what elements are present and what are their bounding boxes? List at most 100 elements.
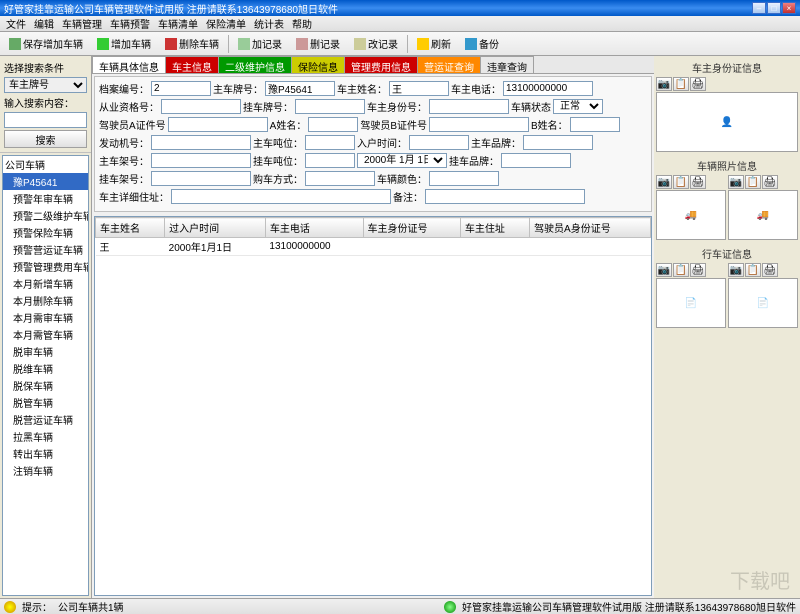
remark-field[interactable]	[425, 189, 585, 204]
col-id[interactable]: 车主身份证号	[363, 218, 460, 238]
tab-fees[interactable]: 管理费用信息	[344, 56, 418, 73]
driverB-field[interactable]	[429, 117, 529, 132]
engine-field[interactable]	[151, 135, 251, 150]
search-input[interactable]	[4, 112, 87, 128]
menu-edit[interactable]: 编辑	[34, 16, 54, 31]
owner-field[interactable]	[389, 81, 449, 96]
camera-icon[interactable]: 📷	[656, 77, 672, 91]
qual-field[interactable]	[161, 99, 241, 114]
minimize-button[interactable]: –	[752, 2, 766, 14]
tree-item[interactable]: 预警二级维护车辆	[3, 207, 88, 224]
tree-item[interactable]: 本月需管车辆	[3, 326, 88, 343]
tab-maintenance[interactable]: 二级维护信息	[218, 56, 292, 73]
vehicle-photo-2[interactable]: 🚚	[728, 190, 798, 240]
main-brand-field[interactable]	[523, 135, 593, 150]
tree-item[interactable]: 预警管理费用车辆	[3, 258, 88, 275]
tree-item[interactable]: 转出车辆	[3, 445, 88, 462]
maximize-button[interactable]: □	[767, 2, 781, 14]
license-image-1[interactable]: 📄	[656, 278, 726, 328]
trailer-frame-field[interactable]	[151, 171, 251, 186]
menu-file[interactable]: 文件	[6, 16, 26, 31]
search-field-select[interactable]: 车主牌号	[4, 77, 87, 93]
print-icon[interactable]: 🖨	[762, 263, 778, 277]
buy-field[interactable]	[305, 171, 375, 186]
print-icon[interactable]: 🖨	[690, 175, 706, 189]
tab-violation[interactable]: 违章查询	[480, 56, 534, 73]
camera-icon[interactable]: 📷	[728, 263, 744, 277]
tree-item[interactable]: 预警年审车辆	[3, 190, 88, 207]
menu-vehicle-alert[interactable]: 车辆预警	[110, 16, 150, 31]
search-button[interactable]: 搜索	[4, 130, 87, 148]
tree-item[interactable]: 豫P45641	[3, 173, 88, 190]
tree-item[interactable]: 脱维车辆	[3, 360, 88, 377]
col-owner[interactable]: 车主姓名	[96, 218, 165, 238]
tree-item[interactable]: 注销车辆	[3, 462, 88, 479]
delete-record-button[interactable]: 删记录	[291, 34, 345, 53]
add-vehicle-button[interactable]: 增加车辆	[92, 34, 156, 53]
delete-vehicle-button[interactable]: 删除车辆	[160, 34, 224, 53]
menu-help[interactable]: 帮助	[292, 16, 312, 31]
tree-item[interactable]: 本月删除车辆	[3, 292, 88, 309]
modify-record-button[interactable]: 改记录	[349, 34, 403, 53]
close-button[interactable]: ×	[782, 2, 796, 14]
tree-root[interactable]: 公司车辆	[3, 156, 88, 173]
tree-item[interactable]: 本月新增车辆	[3, 275, 88, 292]
addr-field[interactable]	[171, 189, 391, 204]
tab-operation[interactable]: 营运证查询	[417, 56, 481, 73]
scan-icon[interactable]: 📋	[745, 263, 761, 277]
tree-item[interactable]: 脱保车辆	[3, 377, 88, 394]
main-frame-field[interactable]	[151, 153, 251, 168]
trailer-plate-field[interactable]	[295, 99, 365, 114]
tree-item[interactable]: 拉黑车辆	[3, 428, 88, 445]
add-record-button[interactable]: 加记录	[233, 34, 287, 53]
owner-id-field[interactable]	[429, 99, 509, 114]
trailer-brand-field[interactable]	[501, 153, 571, 168]
vehicle-photo-1[interactable]: 🚚	[656, 190, 726, 240]
camera-icon[interactable]: 📷	[656, 175, 672, 189]
refresh-button[interactable]: 刷新	[412, 34, 456, 53]
tree-item[interactable]: 脱管车辆	[3, 394, 88, 411]
menu-insurance[interactable]: 保险清单	[206, 16, 246, 31]
scan-icon[interactable]: 📋	[673, 175, 689, 189]
status-select[interactable]: 正常	[553, 99, 603, 114]
camera-icon[interactable]: 📷	[728, 175, 744, 189]
print-icon[interactable]: 🖨	[690, 263, 706, 277]
tree-item[interactable]: 本月需审车辆	[3, 309, 88, 326]
save-add-button[interactable]: 保存增加车辆	[4, 34, 88, 53]
enter-date-select[interactable]: 2000年 1月 1日	[357, 153, 447, 168]
menu-stats[interactable]: 统计表	[254, 16, 284, 31]
backup-button[interactable]: 备份	[460, 34, 504, 53]
col-driverA[interactable]: 驾驶员A身份证号	[530, 218, 651, 238]
plate-field[interactable]	[265, 81, 335, 96]
nameB-field[interactable]	[570, 117, 620, 132]
enter-time-field[interactable]	[409, 135, 469, 150]
tab-details[interactable]: 车辆具体信息	[92, 56, 166, 73]
archive-field[interactable]	[151, 81, 211, 96]
trailer-tons-field[interactable]	[305, 153, 355, 168]
col-date[interactable]: 过入户时间	[165, 218, 266, 238]
color-field[interactable]	[429, 171, 499, 186]
menu-vehicle-mgmt[interactable]: 车辆管理	[62, 16, 102, 31]
tab-insurance[interactable]: 保险信息	[291, 56, 345, 73]
table-row[interactable]: 王 2000年1月1日 13100000000	[96, 238, 651, 256]
vehicle-tree[interactable]: 公司车辆 豫P45641 预警年审车辆 预警二级维护车辆 预警保险车辆 预警营运…	[2, 155, 89, 596]
col-phone[interactable]: 车主电话	[265, 218, 363, 238]
scan-icon[interactable]: 📋	[745, 175, 761, 189]
scan-icon[interactable]: 📋	[673, 77, 689, 91]
nameA-field[interactable]	[308, 117, 358, 132]
tree-item[interactable]: 脱审车辆	[3, 343, 88, 360]
scan-icon[interactable]: 📋	[673, 263, 689, 277]
main-tons-field[interactable]	[305, 135, 355, 150]
license-image-2[interactable]: 📄	[728, 278, 798, 328]
col-addr[interactable]: 车主住址	[460, 218, 529, 238]
print-icon[interactable]: 🖨	[762, 175, 778, 189]
owner-id-image[interactable]: 👤	[656, 92, 798, 152]
phone-field[interactable]	[503, 81, 593, 96]
print-icon[interactable]: 🖨	[690, 77, 706, 91]
tree-item[interactable]: 预警保险车辆	[3, 224, 88, 241]
menu-vehicle-list[interactable]: 车辆清单	[158, 16, 198, 31]
data-grid[interactable]: 车主姓名 过入户时间 车主电话 车主身份证号 车主住址 驾驶员A身份证号 王 2…	[94, 216, 652, 596]
camera-icon[interactable]: 📷	[656, 263, 672, 277]
tree-item[interactable]: 脱营运证车辆	[3, 411, 88, 428]
tab-owner[interactable]: 车主信息	[165, 56, 219, 73]
